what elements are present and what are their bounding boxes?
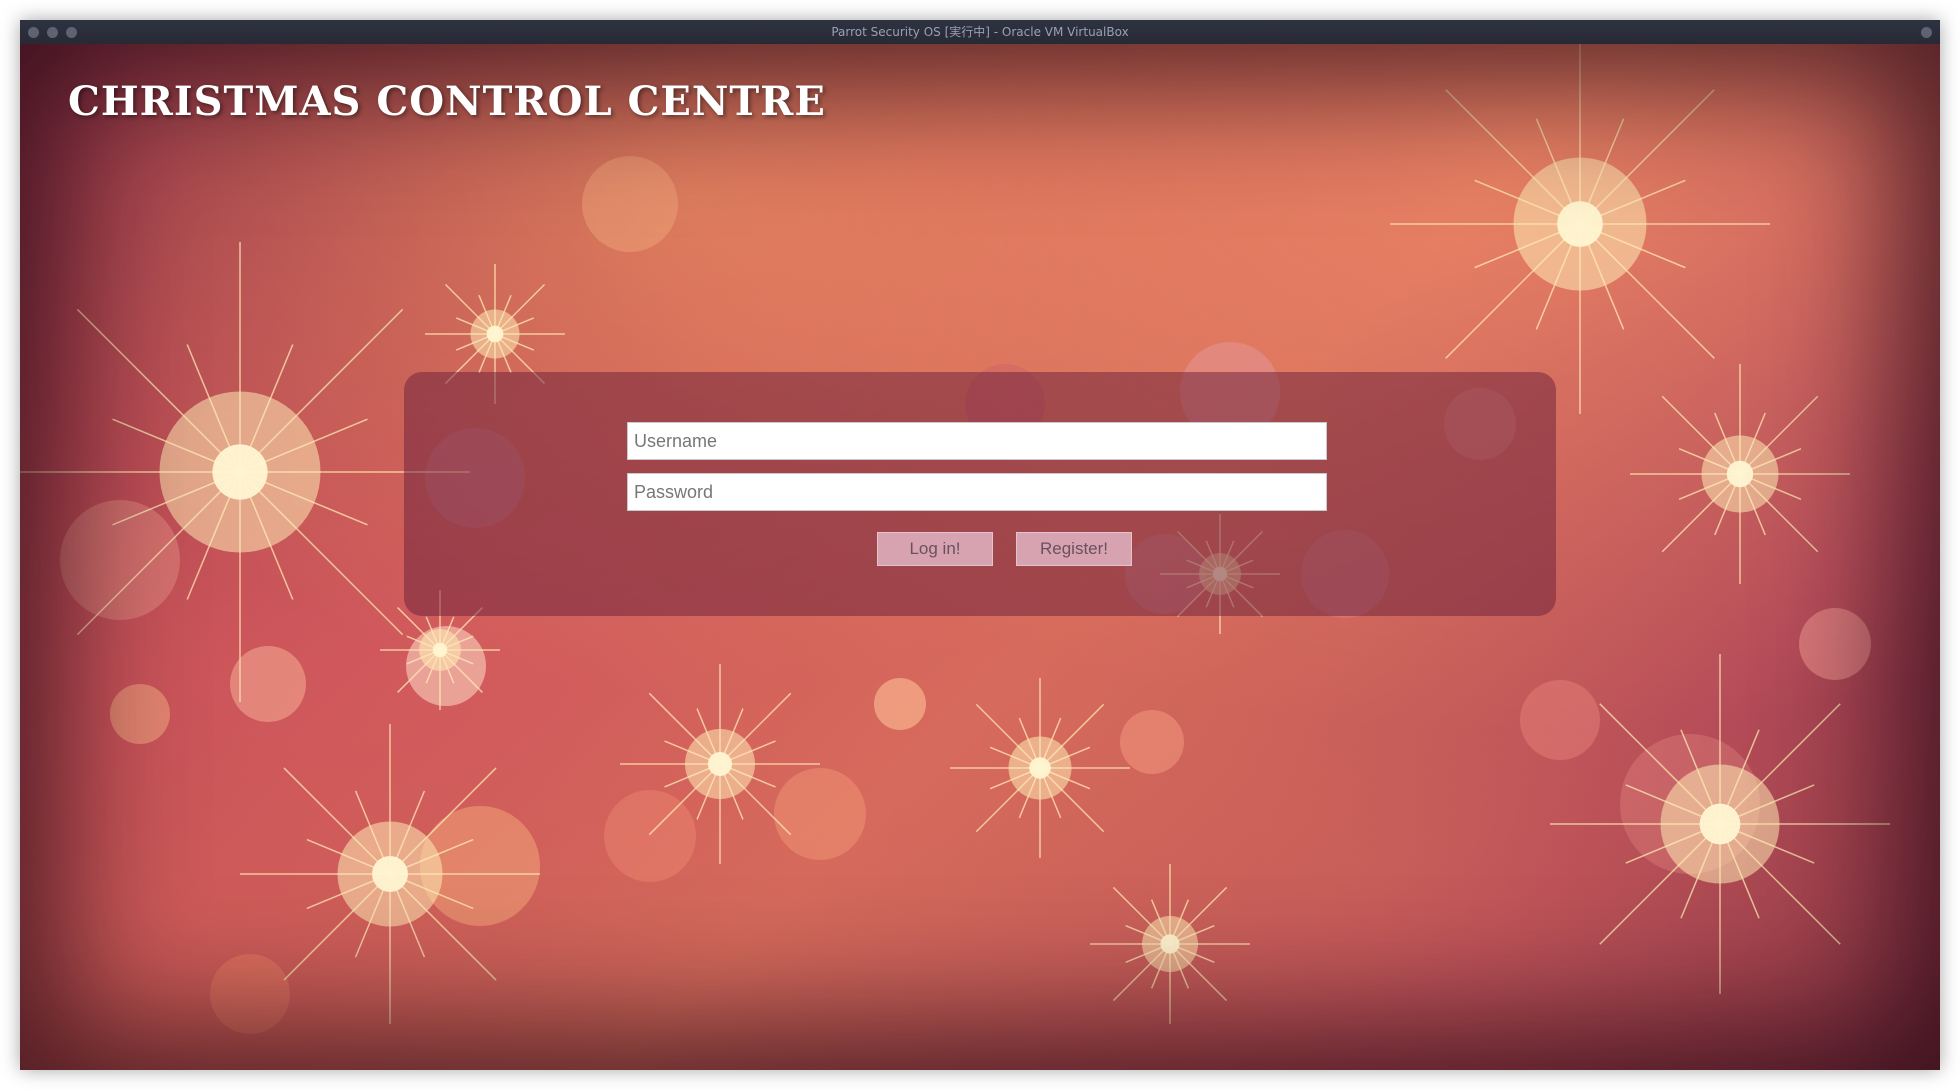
guest-screen: CHRISTMAS CONTROL CENTRE Log in! Registe…	[20, 44, 1940, 1070]
starburst-decoration	[1090, 864, 1250, 1024]
bokeh-light-decoration	[406, 626, 486, 706]
password-input[interactable]	[627, 473, 1327, 511]
starburst-decoration	[240, 724, 540, 1024]
bokeh-light-decoration	[1799, 608, 1871, 680]
bokeh-light-decoration	[774, 768, 866, 860]
window-maximize-icon[interactable]	[66, 27, 77, 38]
starburst-decoration	[20, 242, 470, 702]
bokeh-light-decoration	[874, 678, 926, 730]
bokeh-light-decoration	[210, 954, 290, 1034]
bokeh-light-decoration	[1620, 734, 1760, 874]
starburst-decoration	[950, 678, 1130, 858]
window-title: Parrot Security OS [実行中] - Oracle VM Vir…	[831, 25, 1129, 39]
window-menu-icon[interactable]	[1921, 27, 1932, 38]
starburst-decoration	[1550, 654, 1890, 994]
starburst-decoration	[620, 664, 820, 864]
starburst-decoration	[1390, 44, 1770, 414]
login-panel: Log in! Register!	[404, 372, 1556, 616]
bokeh-light-decoration	[60, 500, 180, 620]
bokeh-light-decoration	[1520, 680, 1600, 760]
page-title: CHRISTMAS CONTROL CENTRE	[68, 78, 826, 125]
bokeh-light-decoration	[230, 646, 306, 722]
window-titlebar[interactable]: Parrot Security OS [実行中] - Oracle VM Vir…	[20, 20, 1940, 44]
virtualbox-window: Parrot Security OS [実行中] - Oracle VM Vir…	[20, 20, 1940, 1070]
username-input[interactable]	[627, 422, 1327, 460]
bokeh-light-decoration	[1120, 710, 1184, 774]
bokeh-light-decoration	[604, 790, 696, 882]
register-button[interactable]: Register!	[1016, 532, 1132, 566]
window-close-icon[interactable]	[28, 27, 39, 38]
bokeh-light-decoration	[420, 806, 540, 926]
login-button[interactable]: Log in!	[877, 532, 993, 566]
starburst-decoration	[1630, 364, 1850, 584]
bokeh-light-decoration	[582, 156, 678, 252]
window-minimize-icon[interactable]	[47, 27, 58, 38]
bokeh-light-decoration	[110, 684, 170, 744]
